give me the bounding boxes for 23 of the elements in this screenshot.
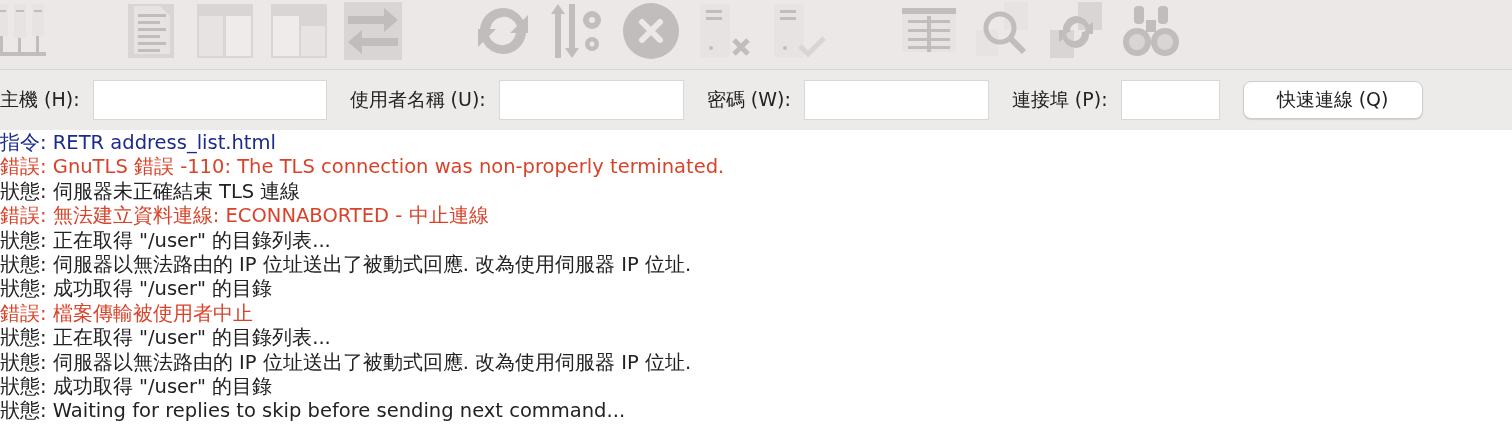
field-label: 密碼 (W): <box>706 87 791 112</box>
quickconnect-button[interactable]: 快速連線 (Q) <box>1242 81 1423 119</box>
log-line: 指令: RETR address_list.html <box>0 131 277 156</box>
log-line: 狀態: 伺服器以無法路由的 IP 位址送出了被動式回應. 改為使用伺服器 IP 位址. <box>0 350 693 376</box>
cancel-icon <box>622 2 680 60</box>
log-line: 狀態: Waiting for replies to skip before sending next command... <box>0 399 627 424</box>
input-field[interactable] <box>803 80 989 120</box>
log-line: 狀態: 成功取得 "/user" 的目錄 <box>0 375 274 400</box>
field-label: 主機 (H): <box>0 87 80 112</box>
log-line: 錯誤: GnuTLS 錯誤 -110: The TLS connection was non-properly terminated. <box>0 155 726 180</box>
input-field[interactable] <box>1120 80 1220 120</box>
log-line: 狀態: 伺服器以無法路由的 IP 位址送出了被動式回應. 改為使用伺服器 IP 位址. <box>0 253 693 278</box>
field-label: 連接埠 (P): <box>1011 87 1108 112</box>
log-line: 狀態: 成功取得 "/user" 的目錄 <box>0 277 274 302</box>
input-field[interactable] <box>92 80 327 120</box>
log-line: 狀態: 正在取得 "/user" 的目錄列表... <box>0 326 332 351</box>
input-field[interactable] <box>498 80 684 120</box>
log-line: 狀態: 正在取得 "/user" 的目錄列表... <box>0 228 332 254</box>
field-label: 使用者名稱 (U): <box>349 87 486 112</box>
log-line: 錯誤: 檔案傳輸被使用者中止 <box>0 301 254 327</box>
log-line: 錯誤: 無法建立資料連線: ECONNABORTED - 中止連線 <box>0 204 490 229</box>
transfer-arrows-icon <box>344 2 402 60</box>
log-line: 狀態: 伺服器未正確結束 TLS 連線 <box>0 179 302 205</box>
